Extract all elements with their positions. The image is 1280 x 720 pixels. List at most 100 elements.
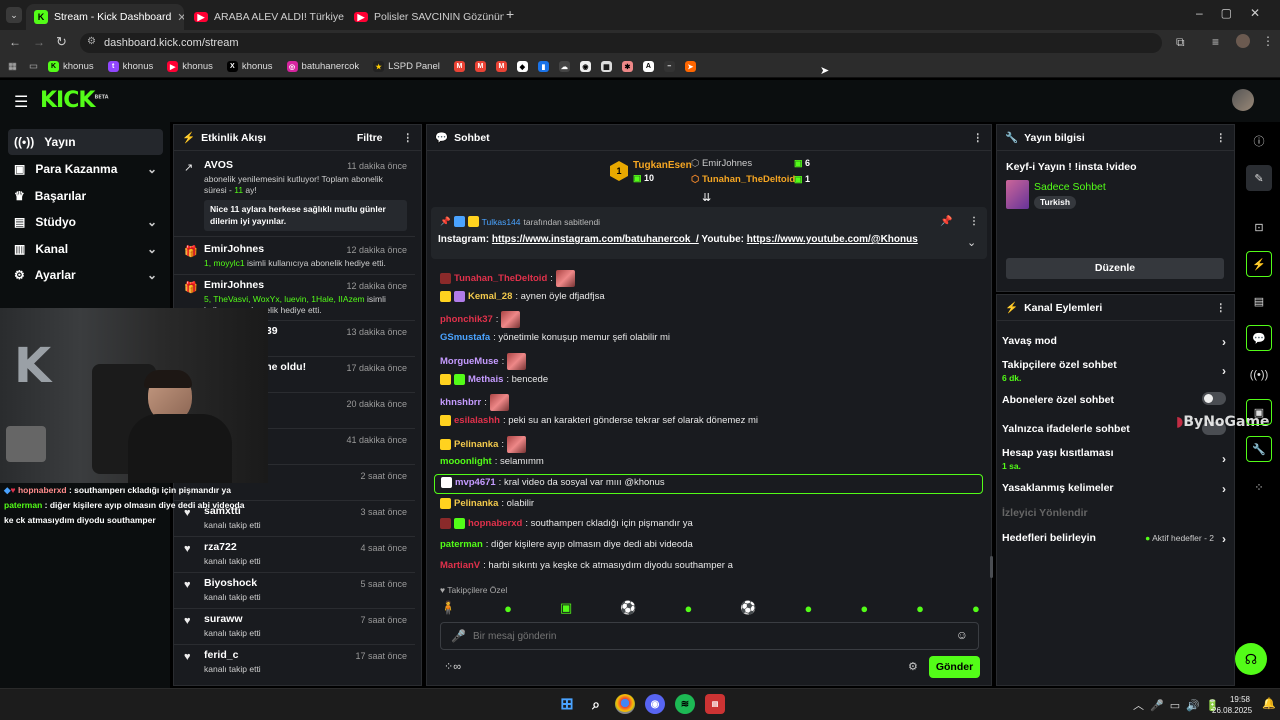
bookmark-misc-1[interactable]: ◆ <box>516 61 528 72</box>
info-icon[interactable]: ⓘ <box>1246 128 1272 154</box>
bookmark-gmail-3[interactable]: M <box>495 61 507 72</box>
sidebar-item-studyo[interactable]: ▤ Stüdyo ⌄ <box>8 209 163 235</box>
chat-menu-icon[interactable]: ⋮ <box>973 132 984 144</box>
bookmark-lspd-panel[interactable]: ★ LSPD Panel <box>373 61 440 72</box>
tab-kick-dashboard[interactable]: K Stream - Kick Dashboard ✕ <box>26 4 184 30</box>
chat-message[interactable]: hopnaberxd: southamperı ckladığı için pi… <box>440 518 693 530</box>
quick-action-icon[interactable]: ⚡ <box>1246 251 1272 277</box>
youtube-link[interactable]: https://www.youtube.com/@Khonus <box>747 234 918 245</box>
chat-message[interactable]: GSmustafa: yönetimle konuşup memur şefi … <box>440 332 670 343</box>
unpin-icon[interactable]: 📌 <box>940 216 952 227</box>
emote-icon[interactable]: ● <box>804 601 812 616</box>
bookmark-misc-6[interactable]: ✱ <box>621 61 633 72</box>
profile-avatar[interactable] <box>1236 34 1250 48</box>
emote-icon[interactable]: ⚽ <box>740 600 756 616</box>
chat-username[interactable]: Methais <box>468 374 503 385</box>
action-goals[interactable]: Hedefleri belirleyin ● Aktif hedefler - 2… <box>1002 532 1226 546</box>
chat-username[interactable]: khnshbrr <box>440 397 481 408</box>
chat-message[interactable]: Tunahan_TheDeltoid: <box>440 270 575 287</box>
emote-icon[interactable]: ⚽ <box>620 600 636 616</box>
kick-logo[interactable]: KICKBETA <box>40 88 109 113</box>
chat-username[interactable]: mooonlight <box>440 456 492 467</box>
window-controls[interactable]: –▢✕ <box>1196 6 1278 20</box>
chat-message[interactable]: phonchik37: <box>440 311 521 329</box>
edit-icon[interactable]: ✎ <box>1246 165 1272 191</box>
bookmark-misc-7[interactable]: A <box>642 61 654 72</box>
tab-search-icon[interactable]: ⌄ <box>6 7 22 23</box>
chrome-taskbar-icon[interactable] <box>615 694 635 714</box>
events-menu-icon[interactable]: ⋮ <box>403 132 414 144</box>
app-taskbar-icon[interactable]: ▤ <box>705 694 725 714</box>
mod-tools-icon[interactable]: ⁘∞ <box>444 660 461 673</box>
action-account-age[interactable]: Hesap yaşı kısıtlaması 1 sa. › <box>1002 447 1226 471</box>
taskbar-search-icon[interactable]: ⌕ <box>586 694 606 714</box>
sidebar-item-basarilar[interactable]: ♛ Başarılar <box>8 183 163 209</box>
layout-icon[interactable]: ▣ <box>1246 399 1272 425</box>
chat-message[interactable]: Methais: bencede <box>440 373 548 385</box>
pinned-menu-icon[interactable]: ⋮ <box>969 216 979 227</box>
chat-username[interactable]: Tunahan_TheDeltoid <box>454 273 547 284</box>
emote-icon[interactable]: ● <box>916 601 924 616</box>
apps-icon[interactable]: ▦ <box>8 61 17 72</box>
chat-message[interactable]: Pelinanka: olabilir <box>440 497 534 509</box>
url-input[interactable]: ⚙ dashboard.kick.com/stream <box>80 33 1162 53</box>
chat-message-input[interactable] <box>473 628 943 644</box>
bookmark-misc-4[interactable]: ◉ <box>579 61 591 72</box>
chat-message[interactable]: mooonlight: selamımm <box>440 456 544 467</box>
bookmark-misc-8[interactable]: – <box>663 61 675 72</box>
bookmark-misc-9[interactable]: ➤ <box>684 61 696 72</box>
chat-message[interactable]: Pelinanka: <box>440 435 526 453</box>
chat-message[interactable]: MartianV: harbi sıkıntı ya keşke ck atma… <box>440 560 733 571</box>
notes-icon[interactable]: ▤ <box>1246 288 1272 314</box>
stream-category[interactable]: Sadece Sohbet <box>1034 181 1106 193</box>
sidebar-item-kanal[interactable]: ▥ Kanal ⌄ <box>8 236 163 262</box>
emote-icon[interactable]: ● <box>972 601 980 616</box>
expand-pinned-icon[interactable]: ⌄ <box>967 236 976 249</box>
bookmark-misc-3[interactable]: ☁ <box>558 61 570 72</box>
chat-settings-icon[interactable]: ⚙ <box>908 660 918 673</box>
windows-start-icon[interactable]: ⊞ <box>557 694 577 714</box>
expand-leaderboard-icon[interactable]: ⇊ <box>702 191 711 204</box>
folder-icon[interactable]: ▭ <box>29 61 38 72</box>
emote-icon[interactable]: ● <box>684 601 692 616</box>
user-avatar[interactable] <box>1232 89 1254 111</box>
new-tab-icon[interactable]: + <box>506 6 514 22</box>
chat-message[interactable]: esilalashh: peki su an karakteri gönders… <box>440 414 758 426</box>
tab-youtube-2[interactable]: ▶ Polisler SAVCININ Gözünün Yaş ✕ <box>346 4 504 30</box>
chat-message[interactable]: MorgueMuse: <box>440 352 527 370</box>
chat-scrollbar[interactable] <box>990 556 993 578</box>
support-headset-icon[interactable]: ☊ <box>1235 643 1267 675</box>
bookmark-khonus-x[interactable]: Xkhonus <box>226 61 273 72</box>
hamburger-menu-icon[interactable]: ☰ <box>14 92 28 112</box>
extensions-icon[interactable]: ⧉ <box>1176 35 1185 50</box>
bookmark-batuhanercok[interactable]: ◎ batuhanercok <box>286 61 359 72</box>
screenshot-icon[interactable]: ⊡ <box>1246 214 1272 240</box>
tools-icon[interactable]: 🔧 <box>1246 436 1272 462</box>
menu-icon[interactable]: ⋮ <box>1262 34 1274 48</box>
bookmark-khonus-kick[interactable]: Kkhonus <box>47 61 94 72</box>
bookmark-misc-5[interactable]: ▦ <box>600 61 612 72</box>
send-button[interactable]: Gönder <box>929 656 980 678</box>
sidebar-item-ayarlar[interactable]: ⚙ Ayarlar ⌄ <box>8 262 163 288</box>
tab-youtube-1[interactable]: ▶ ARABA ALEV ALDI! Türkiye'de Y ✕ <box>186 4 344 30</box>
action-banned-words[interactable]: Yasaklanmış kelimeler › <box>1002 482 1226 496</box>
chat-username[interactable]: Kemal_28 <box>468 291 512 302</box>
edit-stream-button[interactable]: Düzenle <box>1006 258 1224 279</box>
integrations-icon[interactable]: ⁘ <box>1246 474 1272 500</box>
chat-message[interactable]: paterman: diğer kişilere ayıp olmasın di… <box>440 539 693 550</box>
bookmark-misc-2[interactable]: ▮ <box>537 61 549 72</box>
chat-username[interactable]: phonchik37 <box>440 314 493 325</box>
emoji-icon[interactable]: ☺ <box>956 628 968 642</box>
clock[interactable]: 19:58 26.08.2025 <box>1212 694 1252 716</box>
reload-icon[interactable]: ↻ <box>56 34 67 50</box>
instagram-link[interactable]: https://www.instagram.com/batuhanercok_/ <box>492 234 699 245</box>
spotify-taskbar-icon[interactable]: ≋ <box>675 694 695 714</box>
chat-username[interactable]: GSmustafa <box>440 332 490 343</box>
notifications-icon[interactable]: 🔔 <box>1262 697 1276 710</box>
bookmark-khonus-twitch[interactable]: t khonus <box>107 61 153 72</box>
action-slow-mode[interactable]: Yavaş mod › <box>1002 335 1226 349</box>
back-icon[interactable]: ← <box>9 35 21 49</box>
chat-message[interactable]: khnshbrr: <box>440 394 509 412</box>
sidebar-item-yayin[interactable]: ((•)) Yayın <box>8 129 163 155</box>
chat-username[interactable]: esilalashh <box>454 415 500 426</box>
